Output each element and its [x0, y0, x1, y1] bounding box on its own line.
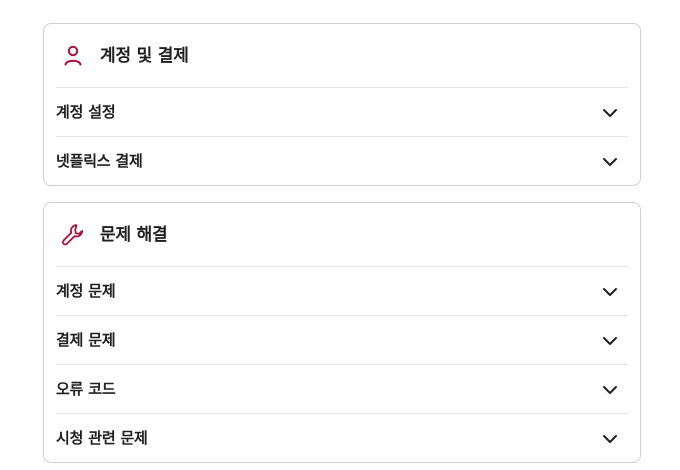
user-icon	[64, 45, 82, 66]
accordion-item-label: 계정 문제	[56, 282, 116, 300]
chevron-down-icon[interactable]	[602, 333, 618, 349]
troubleshooting-card: 문제 해결 계정 문제 결제 문제 오류 코드 시청 관련 문제	[43, 202, 641, 463]
accordion-item-error-codes[interactable]: 오류 코드	[56, 365, 628, 414]
accordion-item-account-problems[interactable]: 계정 문제	[56, 267, 628, 316]
accordion-item-label: 결제 문제	[56, 331, 116, 349]
section-title: 문제 해결	[100, 225, 168, 245]
wrench-icon	[62, 224, 84, 246]
accordion-item-netflix-billing[interactable]: 넷플릭스 결제	[56, 137, 628, 186]
accordion-item-account-settings[interactable]: 계정 설정	[56, 88, 628, 137]
chevron-down-icon[interactable]	[602, 105, 618, 121]
accordion-item-watching-problems[interactable]: 시청 관련 문제	[56, 414, 628, 463]
accordion-item-label: 넷플릭스 결제	[56, 152, 143, 170]
chevron-down-icon[interactable]	[602, 382, 618, 398]
section-title: 계정 및 결제	[100, 46, 189, 66]
accordion-item-billing-problems[interactable]: 결제 문제	[56, 316, 628, 365]
chevron-down-icon[interactable]	[602, 431, 618, 447]
accordion-item-label: 계정 설정	[56, 103, 116, 121]
chevron-down-icon[interactable]	[602, 284, 618, 300]
troubleshooting-header: 문제 해결	[56, 203, 628, 267]
account-billing-card: 계정 및 결제 계정 설정 넷플릭스 결제	[43, 23, 641, 186]
account-billing-header: 계정 및 결제	[56, 24, 628, 88]
accordion-item-label: 시청 관련 문제	[56, 429, 148, 447]
accordion-item-label: 오류 코드	[56, 380, 116, 398]
chevron-down-icon[interactable]	[602, 154, 618, 170]
